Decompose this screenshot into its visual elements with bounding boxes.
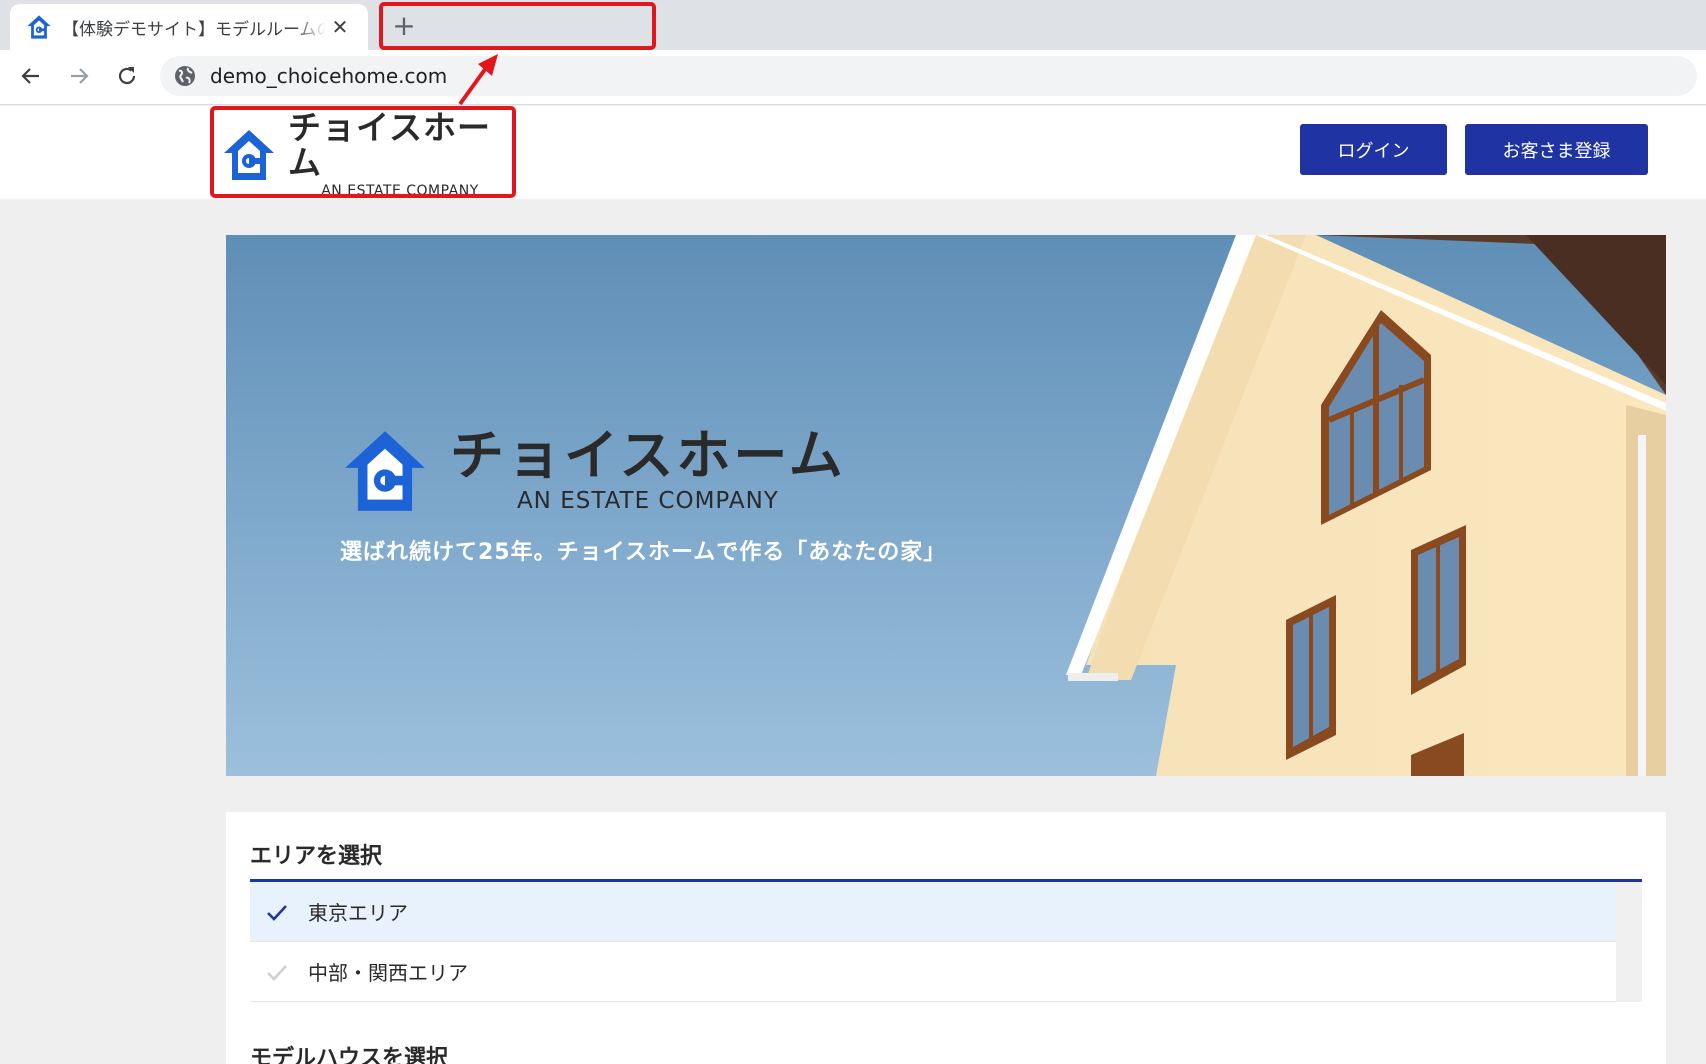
hero-banner: チョイスホーム AN ESTATE COMPANY 選ばれ続けて25年。チョイス… (226, 235, 1666, 776)
check-icon (267, 964, 287, 981)
address-bar[interactable]: demo_choicehome.com (160, 56, 1697, 96)
house-logo-icon (345, 431, 425, 511)
browser-tab[interactable]: 【体験デモサイト】モデルルームの見学予約 ✕ (10, 4, 368, 50)
model-section-title: モデルハウスを選択 (250, 1046, 449, 1064)
hero-logo-subtitle: AN ESTATE COMPANY (516, 488, 779, 515)
reload-button[interactable] (109, 58, 145, 94)
register-button[interactable]: お客さま登録 (1465, 124, 1648, 175)
area-list: 東京エリア 中部・関西エリア (250, 882, 1642, 1002)
arrow-right-icon (71, 68, 89, 84)
area-section-title: エリアを選択 (250, 844, 383, 869)
reload-icon (118, 67, 136, 85)
list-scrollbar[interactable] (1616, 882, 1642, 1002)
forward-button[interactable] (61, 58, 97, 94)
check-icon (267, 904, 287, 921)
globe-icon (175, 66, 195, 86)
annotation-arrow (458, 54, 498, 106)
new-tab-highlight-box (379, 2, 656, 50)
url-text: demo_choicehome.com (210, 64, 448, 88)
close-tab-icon[interactable]: ✕ (326, 13, 354, 41)
hero-logo: チョイスホーム AN ESTATE COMPANY (342, 425, 846, 517)
back-button[interactable] (13, 58, 49, 94)
house-logo-icon (27, 15, 51, 39)
selection-panel: エリアを選択 東京エリア 中部・関西エリア モデルハウスを選択 (226, 812, 1666, 1064)
area-option-chubu-kansai[interactable]: 中部・関西エリア (250, 942, 1616, 1002)
login-button[interactable]: ログイン (1300, 124, 1447, 175)
area-option-tokyo[interactable]: 東京エリア (250, 882, 1616, 942)
browser-toolbar: demo_choicehome.com (0, 50, 1706, 105)
area-option-label: 中部・関西エリア (308, 961, 468, 985)
browser-tab-strip: 【体験デモサイト】モデルルームの見学予約 ✕ + (0, 0, 1706, 50)
area-option-label: 東京エリア (308, 901, 408, 925)
hero-logo-text: チョイスホーム AN ESTATE COMPANY (450, 423, 846, 515)
hero-logo-name: チョイスホーム (450, 423, 846, 487)
arrow-left-icon (21, 68, 39, 84)
tab-title: 【体験デモサイト】モデルルームの見学予約 (62, 19, 326, 40)
hero-tagline: 選ばれ続けて25年。チョイスホームで作る「あなたの家」 (340, 540, 947, 565)
logo-highlight-box (210, 106, 516, 198)
